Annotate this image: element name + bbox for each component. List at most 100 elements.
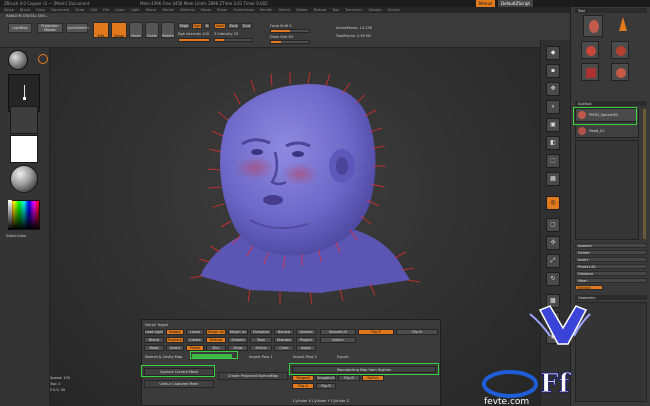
tab-export[interactable]: Export [336, 354, 376, 360]
menus-badge[interactable]: Menus [476, 0, 496, 7]
scroll-button[interactable]: ✥ [546, 82, 560, 96]
spix-button[interactable]: ▪ [546, 64, 560, 78]
tool-thumb-red2[interactable] [611, 41, 629, 59]
row2-cell-4[interactable]: Matcap [206, 337, 226, 343]
actual-button[interactable]: ▣ [546, 118, 560, 132]
row2-cell-8[interactable]: Project [296, 337, 316, 343]
zoom3d-button[interactable]: ⤢ [546, 254, 560, 268]
draw-size-slider[interactable] [270, 40, 310, 44]
value-strip[interactable] [8, 200, 12, 230]
color-picker[interactable] [8, 200, 40, 230]
aahalf-button[interactable]: ◧ [546, 136, 560, 150]
m-button[interactable]: M [204, 23, 210, 29]
project-all-button[interactable]: Project All [575, 264, 647, 269]
texture-swatch[interactable] [10, 135, 38, 163]
row2-cell-5[interactable]: Smooth [228, 337, 248, 343]
move-mode-label: Move [131, 34, 141, 38]
highlight-reproject [289, 363, 439, 375]
row3-cell-8[interactable]: Apply [296, 345, 316, 351]
row2-cell-7[interactable]: Sharpen [274, 337, 294, 343]
row3-cell-2[interactable]: Invert [166, 345, 184, 351]
projection-master-button[interactable]: Projection Master [37, 23, 63, 33]
right-cell-1[interactable]: SmoothUV [320, 329, 356, 335]
row1-cell-3[interactable]: Lasso [186, 329, 204, 335]
row3-cell-7[interactable]: Clear [274, 345, 294, 351]
row1-cell-2[interactable]: Rotate [166, 329, 184, 335]
create-projected-normalmap-button[interactable]: Create Projected NormalMap [218, 372, 288, 380]
flip-r-toggle[interactable]: Flip R [316, 383, 336, 389]
row2-cell-6[interactable]: Toon [250, 337, 272, 343]
memory-readout: Mem 4396 Free 3456 Mem Limits 2896 ZTime… [140, 1, 268, 6]
row1-cell-8[interactable]: Unweld [296, 329, 316, 335]
stroke-circle-icon[interactable] [38, 54, 48, 64]
insert-button[interactable]: Insert [575, 257, 647, 262]
bpr-button[interactable]: ◆ [546, 46, 560, 60]
logo-subtitle: fevte.com [484, 397, 529, 406]
zcut-button[interactable]: Zcut [241, 23, 252, 29]
persp-button[interactable]: ⬚ [546, 154, 560, 168]
move-mode-button[interactable]: Move [129, 22, 143, 38]
quick-sketch-button[interactable]: QuickSketch [66, 23, 89, 33]
right-cheek [282, 163, 318, 185]
flip-g-toggle[interactable]: Flip G [292, 383, 314, 389]
title-bar: ZBrush 4.0 Copper r2 — [Mesh] Document M… [0, 0, 650, 7]
tool-thumb-red[interactable] [581, 41, 599, 59]
tool-thumb-3[interactable] [581, 63, 599, 81]
tab-import-pass-1[interactable]: Import Pass 1 [248, 354, 288, 360]
tool-thumb-4[interactable] [611, 63, 629, 81]
tool-thumb-brush[interactable] [615, 17, 631, 35]
floor-button[interactable]: ▦ [546, 172, 560, 186]
draw-mode-button[interactable]: Draw [111, 22, 127, 38]
rotate-button[interactable]: ↻ [546, 272, 560, 286]
tab-import-pass-2[interactable]: Import Pass 2 [292, 354, 332, 360]
right-cell-4[interactable]: Switch [320, 337, 356, 343]
row1-cell-7[interactable]: Normal [274, 329, 294, 335]
highlight-capture [141, 365, 215, 377]
alpha-swatch[interactable] [10, 106, 38, 134]
switch-toggle[interactable]: Switch [362, 375, 384, 381]
extract-button[interactable]: Extract [575, 285, 603, 290]
rotate-mode-button[interactable]: Rotate [161, 22, 175, 38]
row2-cell-1[interactable]: Blend [144, 337, 164, 343]
tangent-toggle[interactable]: Tangent [292, 375, 314, 381]
row1-cell-5[interactable]: Morph Uv [228, 329, 248, 335]
brush-icon[interactable] [8, 50, 28, 70]
smoothuv-toggle[interactable]: SmoothUV [316, 375, 336, 381]
flip-b-toggle[interactable]: Flip B [338, 375, 360, 381]
lightbox-button[interactable]: LightBox [8, 23, 32, 33]
rgb-intensity-slider[interactable] [178, 38, 210, 42]
row1-cell-1[interactable]: Load Light [144, 329, 164, 335]
unblur-captured-mesh-button[interactable]: Unblur Captured Mesh [144, 380, 214, 388]
zsub-button[interactable]: Zsub [228, 23, 239, 29]
zoom-button[interactable]: ⌕ [546, 100, 560, 114]
distance-slider[interactable]: Distance [575, 271, 647, 276]
row1-cell-4[interactable]: Morph UV [206, 329, 226, 335]
material-swatch[interactable] [10, 165, 38, 193]
z-intensity-slider[interactable] [214, 38, 252, 42]
row2-cell-2[interactable]: Displace [166, 337, 184, 343]
defaultzscript-badge[interactable]: DefaultZScript [498, 0, 533, 7]
mean-slider[interactable]: Mean [575, 278, 647, 283]
edit-mode-button[interactable]: Edit [93, 22, 109, 38]
append-button[interactable]: Append [575, 243, 647, 248]
local-button[interactable]: ◎ [546, 196, 560, 210]
right-cell-2[interactable]: Flip R [358, 329, 394, 335]
zadd-button[interactable]: Zadd [214, 23, 226, 29]
z-intensity-label: Z Intensity 25 [214, 32, 239, 36]
row2-cell-3[interactable]: Create [186, 337, 204, 343]
scale-mode-button[interactable]: Scale [145, 22, 159, 38]
move-button[interactable]: ✣ [546, 236, 560, 250]
right-cell-3[interactable]: Flip B [396, 329, 438, 335]
focal-shift-slider[interactable] [270, 29, 310, 33]
tool-thumb-head[interactable] [583, 15, 603, 37]
row3-cell-1[interactable]: Mask [144, 345, 164, 351]
subtool-empty-list [575, 140, 639, 240]
delete-button[interactable]: Delete [575, 250, 647, 255]
subtool-scrollbar[interactable] [643, 109, 646, 239]
frame-button[interactable]: ▢ [546, 218, 560, 232]
row1-cell-6[interactable]: Dungeon [250, 329, 272, 335]
rgb-button[interactable]: Rgb [192, 23, 202, 29]
mrgb-button[interactable]: Mrgb [178, 23, 190, 29]
row3-cell-6[interactable]: Shrink [250, 345, 272, 351]
subtool-item-2[interactable]: Head_01 [575, 124, 639, 138]
